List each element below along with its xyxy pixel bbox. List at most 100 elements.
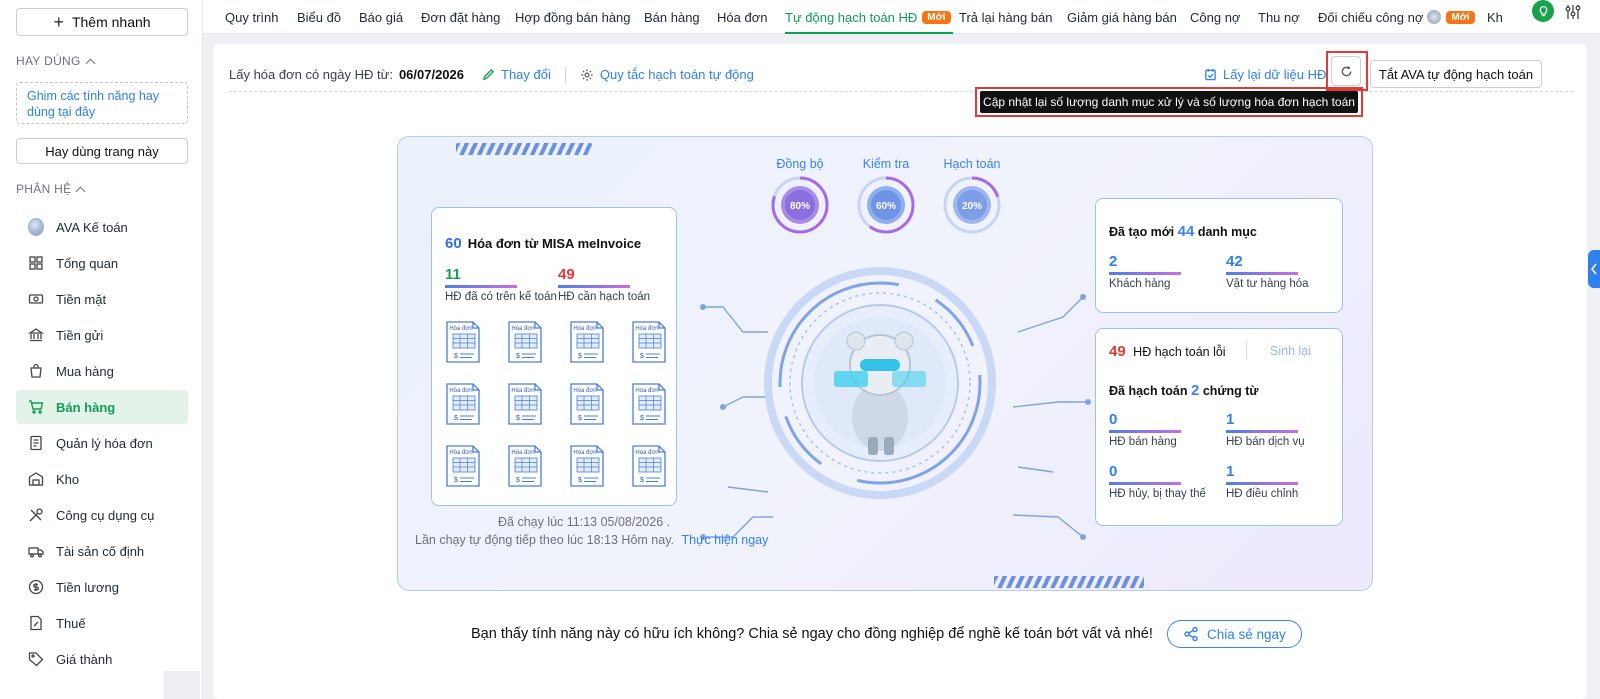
invoice-icon-text: Hóa đơn [635, 388, 658, 394]
tab-ban-hang[interactable]: Bán hàng [644, 0, 700, 34]
share-button[interactable]: Chia sẻ ngay [1166, 620, 1302, 648]
tab-tra-lai-hang-ban[interactable]: Trả lại hàng bán [959, 0, 1052, 34]
tab-hop-dong-ban-hang[interactable]: Hợp đồng bán hàng [515, 0, 631, 34]
tab-bao-gia[interactable]: Báo giá [359, 0, 403, 34]
sidebar-item-tong-quan[interactable]: Tổng quan [16, 246, 188, 280]
sidebar-item-tai-san-co-dinh[interactable]: Tài sản cố định [16, 534, 188, 568]
invoice-icon-text: Hóa đơn [511, 326, 534, 332]
quick-add-button[interactable]: + Thêm nhanh [16, 8, 188, 36]
gauge-sync: Đồng bộ 80% [768, 157, 832, 238]
tab-tu-dong-hach-toan[interactable]: Tự động hạch toán HĐ Mới [785, 0, 953, 34]
tab-hoa-don[interactable]: Hóa đơn [717, 0, 767, 34]
customers-stat[interactable]: 2 Khách hàng [1109, 253, 1181, 290]
tab-giam-gia-hang-ban[interactable]: Giảm giá hàng bán [1067, 0, 1177, 34]
turn-off-ava-button[interactable]: Tắt AVA tự động hạch toán [1370, 60, 1542, 88]
tab-don-dat-hang[interactable]: Đơn đặt hàng [421, 0, 500, 34]
catalog-suffix: danh mục [1197, 225, 1257, 239]
lightbulb-icon[interactable] [1532, 0, 1554, 22]
cancelled-invoice-stat[interactable]: 0 HĐ hủy, bị thay thế [1109, 463, 1206, 500]
sidebar-item-mua-hang[interactable]: Mua hàng [16, 354, 188, 388]
regenerate-link[interactable]: Sinh lại [1270, 344, 1311, 358]
sidebar-scrollbar[interactable] [164, 671, 200, 699]
invoice-document-icon: Hóa đơn $ [568, 320, 606, 364]
tab-bieu-do[interactable]: Biểu đồ [297, 0, 341, 34]
invoice-icon-text: Hóa đơn [449, 388, 472, 394]
sidebar-item-gia-thanh[interactable]: Giá thành [16, 642, 188, 676]
sidebar: + Thêm nhanh HAY DÙNG Ghim các tính năng… [0, 0, 203, 699]
tab-quy-trinh[interactable]: Quy trình [225, 0, 278, 34]
side-panel-toggle[interactable] [1588, 250, 1600, 288]
new-badge: Mới [922, 10, 951, 24]
stat-bar [445, 285, 517, 288]
sidebar-item-label: Quản lý hóa đơn [56, 435, 153, 451]
existing-invoices-stat[interactable]: 11 HĐ đã có trên kế toán [445, 266, 557, 303]
tab-overflow[interactable]: Kh [1487, 0, 1503, 34]
shopping-bag-icon [28, 363, 44, 379]
goods-label: Vật tư hàng hóa [1226, 278, 1309, 290]
tab-doi-chieu-cong-no[interactable]: Đối chiếu công nợ Mới [1318, 0, 1475, 34]
favorites-section-toggle[interactable]: HAY DÙNG [16, 54, 96, 68]
dashboard-icon [28, 255, 44, 271]
svg-text:$: $ [516, 477, 520, 484]
sidebar-item-tien-mat[interactable]: Tiền mặt [16, 282, 188, 316]
sidebar-item-thue[interactable]: Thuế [16, 606, 188, 640]
invoice-document-icon: Hóa đơn $ [568, 444, 606, 488]
chevron-left-icon [1590, 263, 1597, 275]
modules-section-toggle[interactable]: PHÂN HỆ [16, 182, 86, 196]
adjustment-invoice-stat[interactable]: 1 HĐ điều chỉnh [1226, 463, 1298, 500]
svg-text:$: $ [454, 353, 458, 360]
sidebar-item-label: Tiền mặt [56, 291, 107, 307]
sidebar-item-ava-ke-toan[interactable]: AVA Kế toán [16, 210, 188, 244]
existing-invoices-label: HĐ đã có trên kế toán [445, 291, 557, 303]
catalog-card: Đã tạo mới 44 danh mục 2 Khách hàng 42 V… [1095, 198, 1343, 313]
last-run-info: Đã chạy lúc 11:13 05/08/2026 . [498, 515, 671, 529]
sidebar-item-label: Tiền lương [56, 579, 119, 595]
tools-icon [28, 507, 44, 523]
reload-invoice-data-link[interactable]: Lấy lại dữ liệu HĐ [1204, 67, 1326, 82]
new-badge: Mới [1446, 10, 1475, 24]
sidebar-item-tien-luong[interactable]: Tiền lương [16, 570, 188, 604]
stat-bar [1226, 482, 1298, 485]
sidebar-item-cong-cu-dung-cu[interactable]: Công cụ dụng cụ [16, 498, 188, 532]
invoice-icon-text: Hóa đơn [573, 388, 596, 394]
svg-text:$: $ [640, 415, 644, 422]
goods-stat[interactable]: 42 Vật tư hàng hóa [1226, 253, 1309, 290]
filter-settings-icon[interactable] [1564, 3, 1582, 21]
module-menu: AVA Kế toán Tổng quan Tiền mặt Tiền gửi … [16, 210, 188, 678]
svg-text:$: $ [516, 353, 520, 360]
svg-text:$: $ [640, 353, 644, 360]
invoice-document-icon: Hóa đơn $ [506, 444, 544, 488]
sidebar-item-tien-gui[interactable]: Tiền gửi [16, 318, 188, 352]
pending-invoices-stat[interactable]: 49 HĐ cần hạch toán [558, 266, 650, 303]
gauge-check: Kiểm tra 60% [854, 157, 918, 238]
service-invoice-count: 1 [1226, 411, 1235, 428]
chevron-up-icon [76, 186, 86, 196]
run-now-link[interactable]: Thực hiện ngay [681, 533, 768, 547]
sidebar-item-label: Tiền gửi [56, 327, 104, 343]
catalog-title: Đã tạo mới 44 danh mục [1109, 223, 1257, 240]
sidebar-item-ban-hang[interactable]: Bán hàng [16, 390, 188, 424]
posting-errors[interactable]: 49 HĐ hạch toán lỗi [1109, 343, 1226, 360]
gauge-value: 20% [962, 201, 982, 212]
invoice-document-icon: Hóa đơn $ [506, 382, 544, 426]
invoice-icon-text: Hóa đơn [449, 450, 472, 456]
gauge-ring-icon: 80% [771, 176, 829, 234]
invoice-document-icon: Hóa đơn $ [630, 444, 668, 488]
tax-icon [28, 615, 44, 631]
change-date-link[interactable]: Thay đổi [482, 67, 551, 82]
price-tag-icon [28, 651, 44, 667]
feedback-row: Bạn thấy tính năng này có hữu ích không?… [471, 620, 1302, 648]
auto-posting-rules-link[interactable]: Quy tắc hạch toán tự động [580, 67, 754, 82]
sidebar-item-quan-ly-hoa-don[interactable]: Quản lý hóa đơn [16, 426, 188, 460]
service-invoice-stat[interactable]: 1 HĐ bán dịch vụ [1226, 411, 1305, 448]
sales-invoice-stat[interactable]: 0 HĐ bán hàng [1109, 411, 1181, 448]
tab-cong-no[interactable]: Công nợ [1190, 0, 1240, 34]
bank-icon [28, 327, 44, 343]
ava-robot-illustration [764, 267, 996, 499]
tab-thu-no[interactable]: Thu nợ [1258, 0, 1300, 34]
gauge-value: 60% [876, 201, 896, 212]
stat-bar [1109, 430, 1181, 433]
sidebar-item-kho[interactable]: Kho [16, 462, 188, 496]
cancelled-invoice-count: 0 [1109, 463, 1118, 480]
use-page-button[interactable]: Hay dùng trang này [16, 138, 188, 164]
